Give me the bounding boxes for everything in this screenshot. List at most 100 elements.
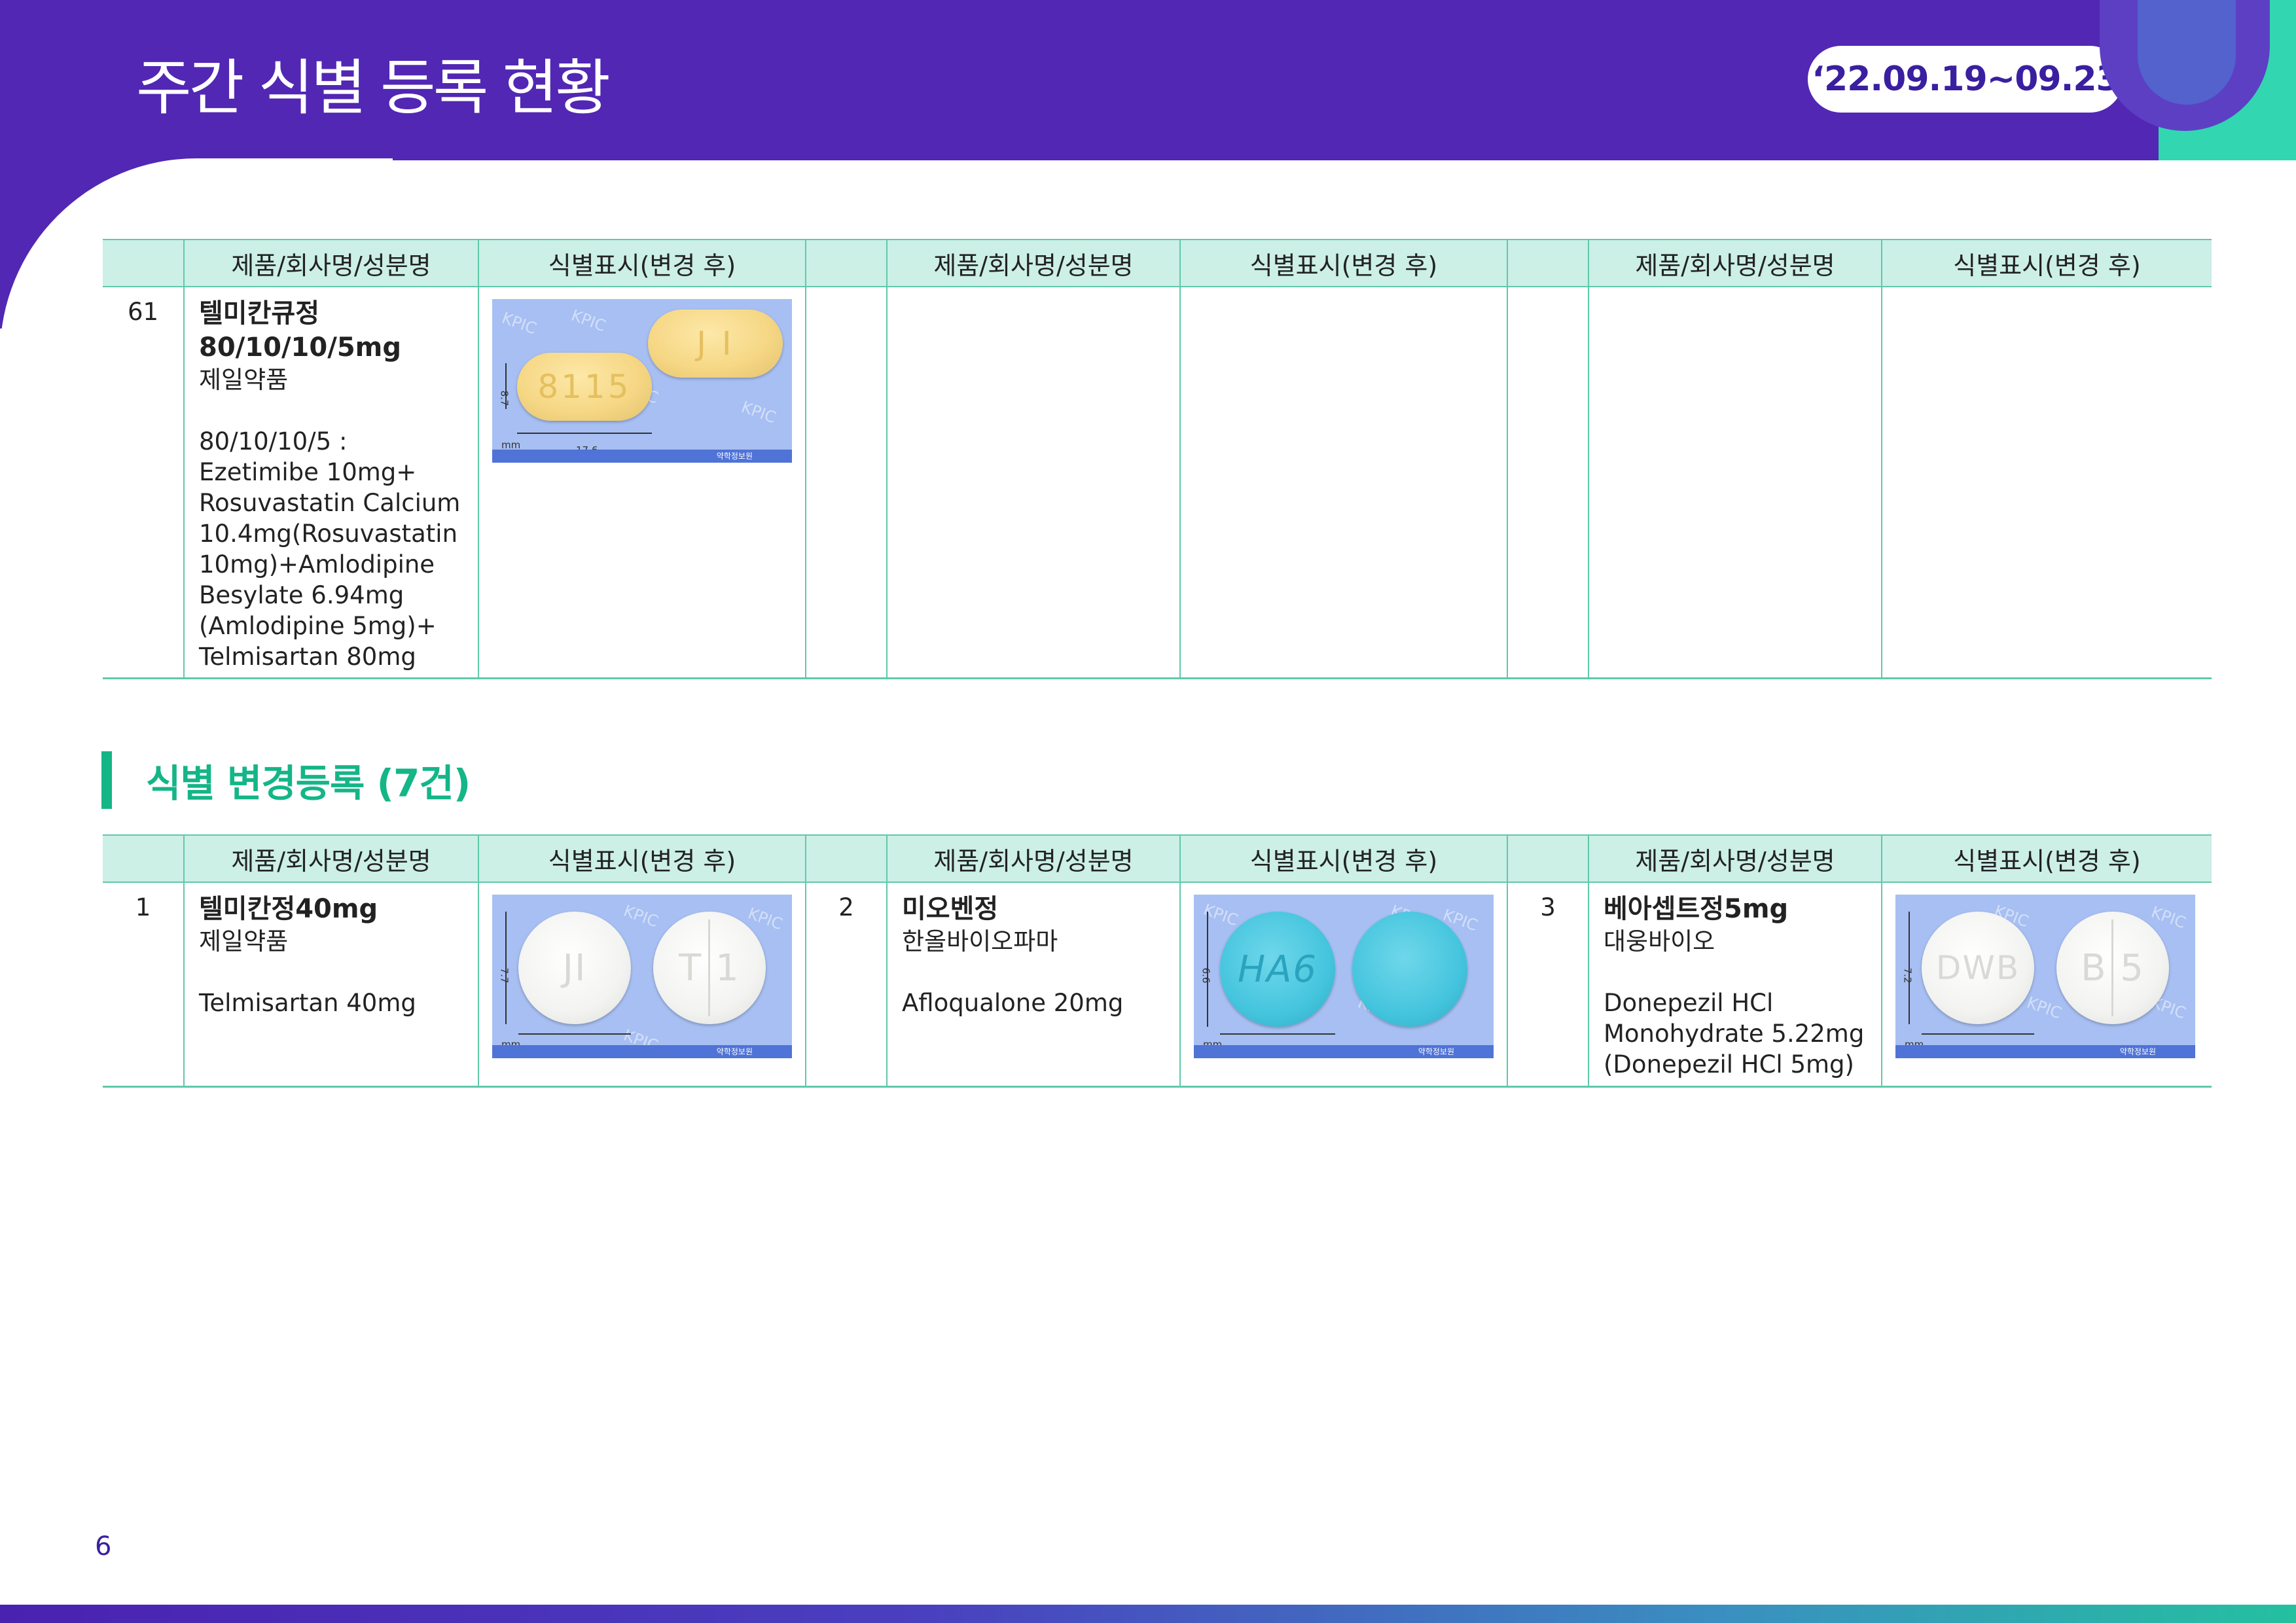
pill-height: 6.6 <box>1200 967 1212 984</box>
product-name: 텔미칸정40mg <box>199 894 378 924</box>
row-number: 1 <box>103 882 184 1088</box>
header-mark: 식별표시(변경 후) <box>478 834 806 883</box>
product-info: 텔미칸큐정 80/10/10/5mg 제일약품 80/10/10/5 : Eze… <box>183 287 478 679</box>
table-header-row: 제품/회사명/성분명 식별표시(변경 후) 제품/회사명/성분명 식별표시(변경… <box>103 834 2212 883</box>
header-num <box>805 834 887 883</box>
section-title-bar <box>101 751 112 809</box>
company-name: 제일약품 <box>199 366 289 394</box>
company-name: 한올바이오파마 <box>902 927 1058 955</box>
section-title-identification-changes: 식별 변경등록 (7건) <box>101 751 471 809</box>
empty-cell <box>1179 287 1507 679</box>
header-mark: 식별표시(변경 후) <box>1881 834 2212 883</box>
product-info: 텔미칸정40mg 제일약품 Telmisartan 40mg <box>183 882 478 1088</box>
photo-source-bar: 약학정보원 <box>492 1045 792 1058</box>
row-number: 3 <box>1507 882 1588 1088</box>
product-name: 텔미칸큐정 <box>199 298 319 329</box>
pill-image-cell: KPIC KPIC KPIC JI T 1 7.7 mm 7.7 약학정보원 <box>478 882 806 1088</box>
watermark-text: KPIC <box>739 397 779 427</box>
ingredient-line: Monohydrate 5.22mg <box>1604 1020 1865 1048</box>
pill-back-mark: B 5 <box>2081 946 2145 990</box>
page-number: 6 <box>95 1531 112 1561</box>
header-num <box>103 239 184 287</box>
pill-photo: KPIC KPIC KPIC KPIC DWB B 5 7.2 mm 7.2 약… <box>1895 895 2195 1058</box>
header-product: 제품/회사명/성분명 <box>886 239 1180 287</box>
table-header-row: 제품/회사명/성분명 식별표시(변경 후) 제품/회사명/성분명 식별표시(변경… <box>103 239 2212 287</box>
header-product: 제품/회사명/성분명 <box>1588 834 1882 883</box>
ingredient-line: Telmisartan 80mg <box>199 643 416 671</box>
header-num <box>1507 239 1588 287</box>
header-mark: 식별표시(변경 후) <box>478 239 806 287</box>
pill-back-mark: T 1 <box>679 946 740 990</box>
pill-back-side: J I <box>648 310 783 378</box>
pill-front-side: JI <box>518 912 631 1024</box>
pill-front-side: 8115 <box>517 353 652 421</box>
photo-source-bar: 약학정보원 <box>1194 1045 1494 1058</box>
header-num <box>805 239 887 287</box>
ingredient-line: Telmisartan 40mg <box>199 989 416 1017</box>
pill-height: 7.7 <box>498 967 511 984</box>
footer-gradient-bar <box>0 1605 2296 1623</box>
photo-source-bar: 약학정보원 <box>492 450 792 463</box>
pill-photo: KPIC KPIC KPIC JI T 1 7.7 mm 7.7 약학정보원 <box>492 895 792 1058</box>
ingredient-line: Besylate 6.94mg <box>199 581 404 609</box>
ingredient-line: Afloqualone 20mg <box>902 989 1124 1017</box>
product-name: 베아셉트정5mg <box>1604 894 1789 924</box>
registration-table-changes: 제품/회사명/성분명 식별표시(변경 후) 제품/회사명/성분명 식별표시(변경… <box>103 834 2212 1088</box>
header-product: 제품/회사명/성분명 <box>183 239 478 287</box>
empty-cell <box>805 287 887 679</box>
company-name: 제일약품 <box>199 927 289 955</box>
pill-photo: KPIC KPIC KPIC KPIC HA6 6.6 mm 6.6 약학정보원 <box>1194 895 1494 1058</box>
pill-image-cell: KPIC KPIC KPIC KPIC DWB B 5 7.2 mm 7.2 약… <box>1881 882 2212 1088</box>
width-ruler <box>517 433 652 434</box>
ingredient-line: 80/10/10/5 : <box>199 427 348 455</box>
row-number: 61 <box>103 287 184 679</box>
corner-decoration <box>2100 0 2296 160</box>
pill-back-side <box>1352 912 1467 1027</box>
pill-back-side: B 5 <box>2056 912 2169 1024</box>
ingredient-line: 10.4mg(Rosuvastatin <box>199 520 458 548</box>
header-mark: 식별표시(변경 후) <box>1179 239 1507 287</box>
product-info: 미오벤정 한올바이오파마 Afloqualone 20mg <box>886 882 1180 1088</box>
ingredient-line: Rosuvastatin Calcium <box>199 489 461 517</box>
header-num <box>103 834 184 883</box>
pill-photo: KPIC KPIC KPIC KPIC J I 8115 8.7 mm 17.6… <box>492 299 792 463</box>
registration-table-top: 제품/회사명/성분명 식별표시(변경 후) 제품/회사명/성분명 식별표시(변경… <box>103 239 2212 679</box>
ingredient-line: (Amlodipine 5mg)+ <box>199 612 437 640</box>
company-name: 대웅바이오 <box>1604 927 1715 955</box>
pill-height: 7.2 <box>1901 967 1914 984</box>
watermark-text: KPIC <box>569 306 609 336</box>
header-product: 제품/회사명/성분명 <box>1588 239 1882 287</box>
empty-cell <box>1588 287 1882 679</box>
header-num <box>1507 834 1588 883</box>
pill-image-cell: KPIC KPIC KPIC KPIC HA6 6.6 mm 6.6 약학정보원 <box>1179 882 1507 1088</box>
pill-height: 8.7 <box>498 390 511 406</box>
page-title: 주간 식별 등록 현황 <box>136 53 611 123</box>
header-product: 제품/회사명/성분명 <box>183 834 478 883</box>
ingredient-line: Ezetimibe 10mg+ <box>199 458 417 486</box>
page-header: 주간 식별 등록 현황 ‘22.09.19~09.23 <box>0 0 2296 160</box>
product-name: 미오벤정 <box>902 894 999 924</box>
ingredient-line: Donepezil HCl <box>1604 989 1774 1017</box>
pill-front-side: DWB <box>1922 912 2034 1024</box>
table-row: 1 텔미칸정40mg 제일약품 Telmisartan 40mg KPIC KP… <box>103 882 2212 1088</box>
product-info: 베아셉트정5mg 대웅바이오 Donepezil HCl Monohydrate… <box>1588 882 1882 1088</box>
watermark-text: KPIC <box>2024 993 2064 1023</box>
watermark-text: KPIC <box>621 901 661 931</box>
pill-front-side: HA6 <box>1220 912 1335 1027</box>
header-mark: 식별표시(변경 후) <box>1179 834 1507 883</box>
section-title-text: 식별 변경등록 (7건) <box>146 761 471 806</box>
empty-cell <box>1881 287 2212 679</box>
watermark-text: KPIC <box>499 308 539 338</box>
product-name-strength: 80/10/10/5mg <box>199 332 401 363</box>
header-mark: 식별표시(변경 후) <box>1881 239 2212 287</box>
photo-source-bar: 약학정보원 <box>1895 1045 2195 1058</box>
header-product: 제품/회사명/성분명 <box>886 834 1180 883</box>
ingredient-line: (Donepezil HCl 5mg) <box>1604 1050 1854 1079</box>
empty-cell <box>886 287 1180 679</box>
empty-cell <box>1507 287 1588 679</box>
date-range-badge: ‘22.09.19~09.23 <box>1808 46 2123 113</box>
